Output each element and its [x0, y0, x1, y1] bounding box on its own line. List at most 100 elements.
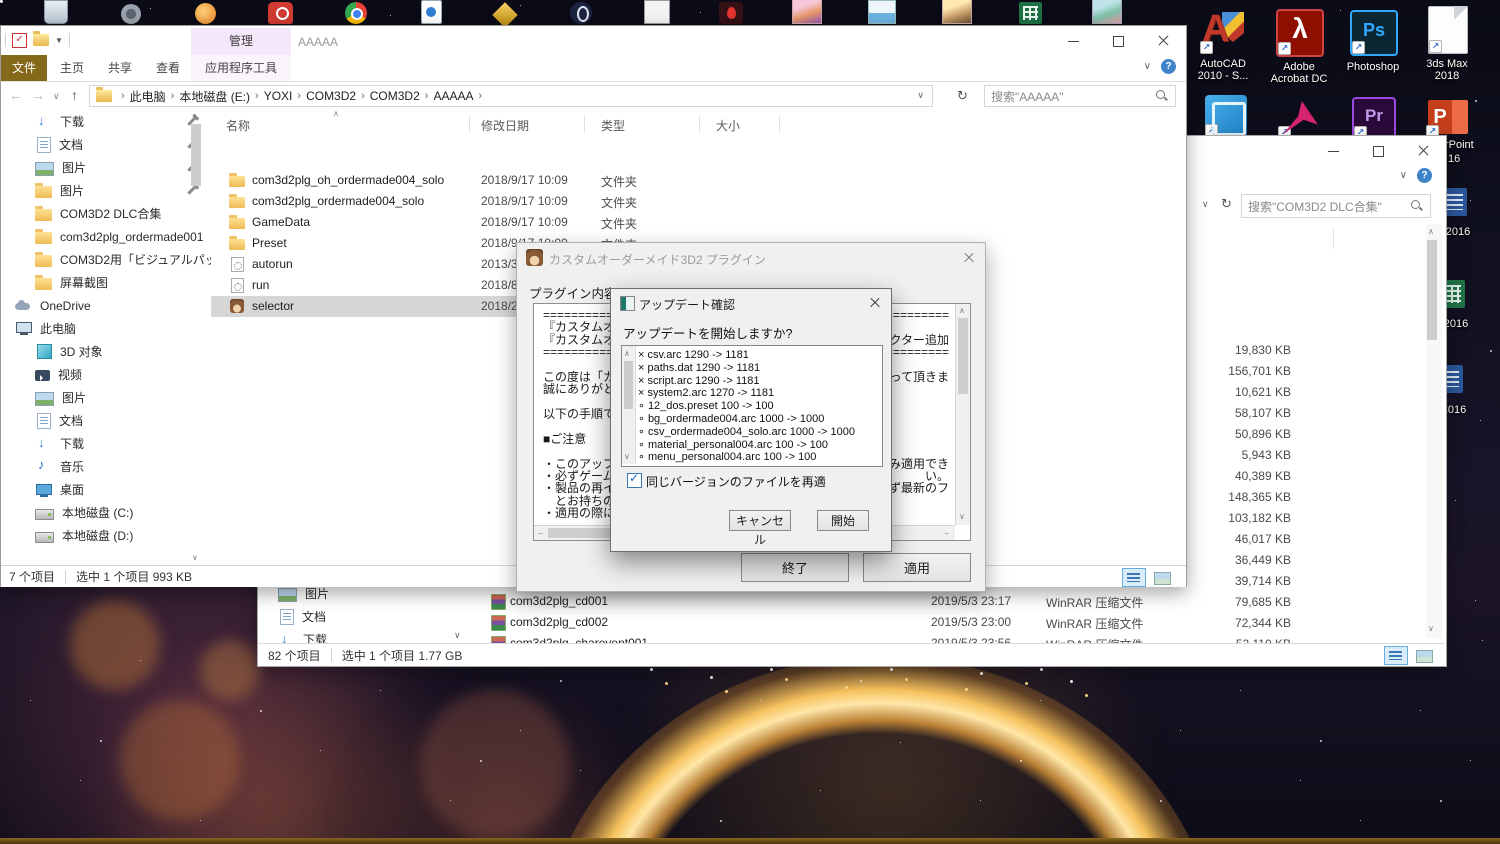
sidebar-item[interactable]: 桌面 [1, 478, 211, 501]
sidebar-item[interactable]: 音乐 [1, 455, 211, 478]
update-item[interactable]: × system2.arc 1270 -> 1181 [638, 387, 855, 400]
refresh-icon[interactable]: ↻ [957, 88, 968, 104]
new-folder-icon[interactable] [33, 31, 49, 46]
desktop-icon[interactable] [188, 0, 224, 24]
qat-menu-icon[interactable]: ▼ [55, 36, 63, 45]
sidebar-item[interactable]: 本地磁盘 (C:) [1, 501, 211, 524]
minimize-button[interactable] [1051, 26, 1096, 55]
desktop-icon[interactable] [263, 0, 299, 24]
scroll-left-icon[interactable]: ← [537, 528, 545, 537]
search-box[interactable]: 搜索"AAAAA" [984, 85, 1176, 107]
file-row[interactable]: com3d2plg_oh_ordermade004_solo 2018/9/17… [211, 170, 776, 191]
scroll-up-icon[interactable]: ∧ [1428, 227, 1434, 236]
sidebar-item[interactable]: 下载 [1, 110, 211, 133]
ribbon-collapse-icon[interactable]: ∨ [1400, 170, 1407, 181]
properties-icon[interactable]: ✓ [12, 32, 27, 48]
desktop-icon[interactable] [488, 0, 524, 28]
column-type[interactable]: 类型 [601, 117, 625, 134]
update-item[interactable]: × csv.arc 1290 -> 1181 [638, 349, 855, 362]
desktop-icon[interactable] [563, 0, 599, 24]
sidebar-item[interactable]: 图片 [1, 386, 211, 409]
update-item[interactable]: ∘ 12_dos.preset 100 -> 100 [638, 400, 855, 413]
file-row[interactable]: GameData 2018/9/17 10:09 文件夹 [211, 212, 776, 233]
breadcrumb-item[interactable]: YOXI [264, 89, 293, 103]
update-item[interactable]: ∘ material_personal004.arc 100 -> 100 [638, 439, 855, 452]
desktop-icon[interactable] [1013, 0, 1049, 24]
scroll-up-icon[interactable]: ∧ [959, 306, 965, 315]
sidebar-item[interactable]: COM3D2 DLC合集 [1, 202, 211, 225]
breadcrumb-item[interactable]: AAAAA [433, 89, 473, 103]
close-icon[interactable] [961, 250, 977, 266]
address-dropdown-icon[interactable]: ∨ [917, 90, 924, 101]
update-item[interactable]: ∘ bg_ordermade004.arc 1000 -> 1000 [638, 413, 855, 426]
vertical-scrollbar[interactable]: ∧ ∨ [955, 304, 970, 525]
desktop-icon-3dsmax[interactable]: ↗ 3ds Max 2018 [1426, 6, 1482, 82]
minimize-button[interactable] [1311, 136, 1356, 165]
desktop-icon[interactable] [788, 0, 824, 24]
sidebar-item[interactable]: OneDrive [1, 294, 211, 317]
help-icon[interactable]: ? [1161, 59, 1176, 74]
breadcrumb-item[interactable]: COM3D2 [370, 89, 420, 103]
reapply-checkbox[interactable]: ✓ [627, 471, 642, 488]
thumbnail-view-button[interactable] [1150, 568, 1174, 587]
breadcrumb[interactable]: › 此电脑 › 本地磁盘 (E:) › YOXI › COM3D2 › COM3D2 › AAAAA… [89, 85, 933, 107]
file-row[interactable]: com3d2plg_cd001 2019/5/3 23:17 WinRAR 压缩… [491, 591, 1441, 612]
update-item[interactable]: ∘ csv_ordermade004_solo.arc 1000 -> 1000 [638, 426, 855, 439]
breadcrumb-item[interactable]: 本地磁盘 (E:) [179, 88, 250, 105]
column-name[interactable]: 名称 [226, 117, 250, 134]
desktop-icon[interactable] [1088, 0, 1124, 24]
sidebar-item[interactable]: 屏幕截图 [1, 271, 211, 294]
maximize-button[interactable] [1356, 136, 1401, 165]
back-icon[interactable]: ← [9, 87, 23, 103]
tab-manage[interactable]: 管理 [191, 28, 291, 55]
ribbon-collapse-icon[interactable]: ∨ [1144, 61, 1151, 72]
desktop-icon-acrobat[interactable]: λ ↗ Adobe Acrobat DC [1271, 9, 1339, 85]
breadcrumb-item[interactable]: COM3D2 [306, 89, 356, 103]
cancel-button[interactable]: キャンセル [729, 510, 791, 547]
update-file-list[interactable]: ∧ ∨ × csv.arc 1290 -> 1181 × paths.dat 12… [621, 345, 883, 467]
desktop-icon[interactable] [638, 0, 674, 24]
sidebar-item[interactable]: 3D 对象 [1, 340, 211, 363]
tab-view[interactable]: 查看 [145, 55, 191, 81]
column-size[interactable]: 大小 [716, 117, 740, 134]
history-dropdown-icon[interactable]: ∨ [53, 91, 60, 102]
scroll-down-icon[interactable]: ∨ [192, 553, 198, 562]
start-button[interactable]: 開始 [817, 510, 869, 531]
sidebar-item[interactable]: 图片 [1, 179, 211, 202]
scroll-right-icon[interactable]: → [942, 528, 950, 537]
desktop-icon-magenta-arrow[interactable]: ↗ [1278, 97, 1322, 139]
desktop-icon[interactable] [338, 0, 374, 24]
sidebar-item[interactable]: 视频 [1, 363, 211, 386]
scroll-down-icon[interactable]: ∨ [454, 630, 461, 641]
details-view-button[interactable] [1122, 568, 1146, 587]
close-button[interactable] [1141, 26, 1186, 55]
search-box[interactable]: 搜索"COM3D2 DLC合集" [1241, 194, 1431, 218]
sidebar-item[interactable]: COM3D2用「ビジュアルパッ [1, 248, 211, 271]
sidebar-scrollbar[interactable]: ∧ ∨ [190, 110, 203, 566]
up-icon[interactable]: ↑ [71, 87, 78, 103]
desktop-icon[interactable] [863, 0, 899, 24]
tab-app-tools[interactable]: 应用程序工具 [191, 55, 291, 81]
desktop-icon-cad-blue[interactable]: ↗ [1205, 95, 1247, 137]
file-row[interactable]: com3d2plg_ordermade004_solo 2018/9/17 10… [211, 191, 776, 212]
thumbnail-view-button[interactable] [1412, 646, 1436, 665]
breadcrumb-item[interactable]: 此电脑 [130, 88, 166, 105]
scroll-up-icon[interactable]: ∧ [624, 349, 630, 358]
sidebar-item[interactable]: 图片 [1, 156, 211, 179]
close-button[interactable] [1401, 136, 1446, 165]
desktop-icon-autocad[interactable]: A ↗ AutoCAD 2010 - S... [1198, 8, 1261, 82]
desktop-icon-powerpoint[interactable]: P ↗ [1426, 98, 1468, 138]
column-date[interactable]: 修改日期 [481, 117, 529, 134]
list-scrollbar[interactable]: ∧ ∨ [622, 346, 636, 464]
tab-share[interactable]: 共享 [97, 55, 143, 81]
scroll-down-icon[interactable]: ∨ [624, 452, 630, 461]
scroll-down-icon[interactable]: ∨ [959, 512, 965, 521]
sidebar-item[interactable]: com3d2plg_ordermade001 [1, 225, 211, 248]
update-item[interactable]: × paths.dat 1290 -> 1181 [638, 362, 855, 375]
close-icon[interactable] [867, 295, 883, 311]
apply-button[interactable]: 適用 [863, 553, 971, 582]
tab-home[interactable]: 主页 [49, 55, 95, 81]
scroll-up-icon[interactable]: ∧ [192, 112, 198, 121]
desktop-icon-photoshop[interactable]: Ps ↗ Photoshop [1347, 10, 1412, 73]
maximize-button[interactable] [1096, 26, 1141, 55]
